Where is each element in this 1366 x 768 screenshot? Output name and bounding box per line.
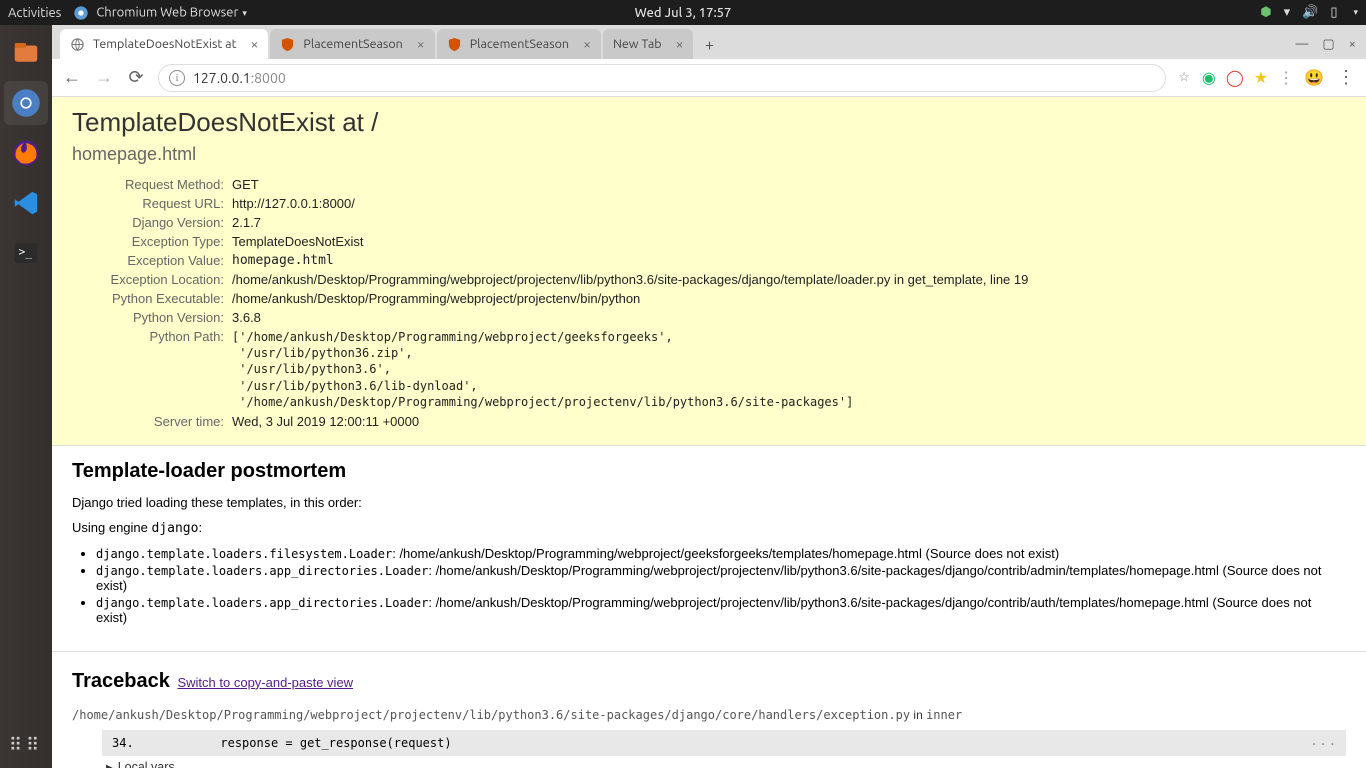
reload-button[interactable]: ⟳ — [126, 67, 146, 88]
traceback-frame: /home/ankush/Desktop/Programming/webproj… — [72, 707, 1346, 768]
error-sub: homepage.html — [72, 144, 1346, 165]
show-apps-icon[interactable]: ⠿⠿ — [0, 735, 52, 756]
close-icon[interactable]: × — [417, 36, 425, 52]
chevron-down-icon: ▾ — [1353, 7, 1358, 18]
loader-item: django.template.loaders.app_directories.… — [96, 595, 1346, 625]
ext-icon-2[interactable]: ◯ — [1226, 68, 1244, 87]
close-icon[interactable]: × — [676, 36, 684, 52]
switch-view-link[interactable]: Switch to copy-and-paste view — [177, 675, 353, 690]
loader-list: django.template.loaders.filesystem.Loade… — [72, 546, 1346, 625]
tab-0[interactable]: TemplateDoesNotExist at × — [60, 29, 268, 59]
tab-3[interactable]: New Tab × — [603, 29, 694, 59]
error-meta-table: Request Method:GET Request URL:http://12… — [72, 175, 1028, 431]
postmortem-heading: Template-loader postmortem — [72, 460, 1346, 483]
ubuntu-dock: >_ ⠿⠿ — [0, 25, 52, 768]
expand-icon[interactable]: ... — [1310, 734, 1338, 748]
firefox-app-icon[interactable] — [4, 131, 48, 175]
app-menu[interactable]: Chromium Web Browser▾ — [73, 5, 247, 21]
ext-icon-1[interactable]: ◉ — [1202, 68, 1216, 87]
traceback-heading: Traceback — [72, 670, 170, 692]
activities-button[interactable]: Activities — [8, 6, 61, 20]
svg-text:>_: >_ — [19, 246, 33, 259]
postmortem-section: Template-loader postmortem Django tried … — [52, 446, 1366, 641]
vscode-app-icon[interactable] — [4, 181, 48, 225]
gnome-topbar: Activities Chromium Web Browser▾ Wed Jul… — [0, 0, 1366, 25]
page-content[interactable]: TemplateDoesNotExist at / homepage.html … — [52, 97, 1366, 768]
minimize-button[interactable]: — — [1295, 37, 1308, 51]
chevron-down-icon: ▾ — [242, 8, 247, 18]
loader-item: django.template.loaders.filesystem.Loade… — [96, 546, 1346, 561]
browser-window: TemplateDoesNotExist at × PlacementSeaso… — [52, 25, 1366, 768]
loader-item: django.template.loaders.app_directories.… — [96, 563, 1346, 593]
extensions: ◉ ◯ ★ ⋮ 😃 — [1202, 68, 1324, 87]
close-icon[interactable]: × — [583, 36, 591, 52]
chromium-icon — [73, 5, 89, 21]
globe-icon — [70, 37, 85, 52]
close-window-button[interactable]: × — [1349, 37, 1356, 51]
menu-button[interactable]: ⋮ — [1336, 67, 1356, 88]
clock[interactable]: Wed Jul 3, 17:57 — [635, 6, 732, 20]
close-icon[interactable]: × — [251, 36, 259, 52]
triangle-right-icon: ▶ — [106, 763, 114, 768]
local-vars-toggle[interactable]: ▶Local vars — [106, 760, 1346, 768]
browser-toolbar: ← → ⟳ i 127.0.0.1:8000 ☆ ◉ ◯ ★ ⋮ 😃 ⋮ — [52, 59, 1366, 97]
ext-icon-3[interactable]: ★ — [1254, 68, 1268, 87]
forward-button: → — [94, 67, 114, 88]
battery-icon[interactable]: ▯ — [1330, 5, 1337, 20]
error-summary: TemplateDoesNotExist at / homepage.html … — [52, 97, 1366, 446]
ext-icon-4[interactable]: ⋮ — [1278, 68, 1294, 87]
code-line[interactable]: 34. response = get_response(request)... — [102, 730, 1346, 756]
traceback-section: Traceback Switch to copy-and-paste view … — [52, 662, 1366, 768]
address-bar[interactable]: i 127.0.0.1:8000 — [158, 64, 1166, 92]
error-heading: TemplateDoesNotExist at / — [72, 107, 1346, 138]
files-app-icon[interactable] — [4, 31, 48, 75]
tab-strip: TemplateDoesNotExist at × PlacementSeaso… — [52, 25, 1366, 59]
wifi-icon[interactable]: ▾ — [1284, 5, 1291, 20]
star-icon[interactable]: ☆ — [1178, 70, 1190, 85]
new-tab-button[interactable]: + — [695, 31, 723, 59]
chromium-app-icon[interactable] — [4, 81, 48, 125]
shield-icon[interactable]: ⬢ — [1260, 5, 1271, 20]
shield-favicon-icon — [447, 37, 462, 52]
tab-2[interactable]: PlacementSeason × — [437, 29, 601, 59]
terminal-app-icon[interactable]: >_ — [4, 231, 48, 275]
ext-icon-5[interactable]: 😃 — [1304, 68, 1324, 87]
tab-1[interactable]: PlacementSeason × — [270, 29, 434, 59]
shield-favicon-icon — [280, 37, 295, 52]
volume-icon[interactable]: 🔊 — [1302, 5, 1318, 20]
back-button[interactable]: ← — [62, 67, 82, 88]
maximize-button[interactable]: ▢ — [1322, 37, 1334, 52]
site-info-icon[interactable]: i — [169, 70, 185, 86]
